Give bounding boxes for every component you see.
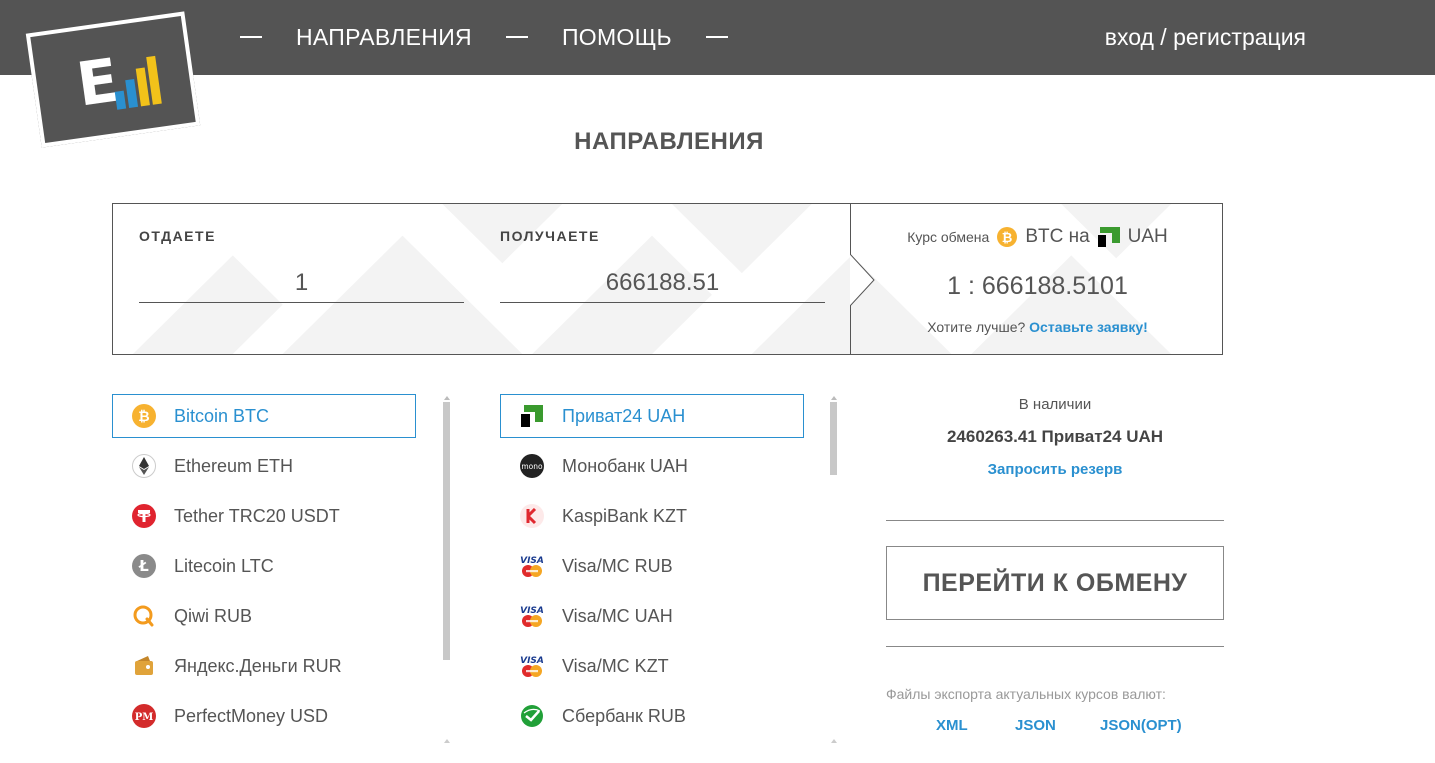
visa-mastercard-icon: VISA — [519, 603, 545, 629]
receive-currency-item[interactable]: KaspiBank KZT — [500, 494, 804, 538]
receive-currency-item-label: Visa/MC KZT — [562, 655, 669, 676]
receive-currency-item-label: Visa/MC RUB — [562, 555, 673, 576]
give-currency-item-label: Ethereum ETH — [174, 455, 294, 476]
reserve-amount: 2460263.41 Приват24 UAH — [946, 427, 1164, 446]
scroll-arrow[interactable] — [444, 739, 450, 743]
better-rate-text: Хотите лучше? — [927, 319, 1026, 335]
request-reserve-link[interactable]: Запросить резерв — [886, 461, 1224, 478]
svg-text:PM: PM — [135, 712, 154, 723]
receive-currency-item[interactable]: Сбербанк RUB — [500, 694, 804, 738]
exchange-logo-icon: E — [73, 46, 162, 121]
receive-amount-input[interactable]: 666188.51 — [500, 266, 825, 303]
receive-currency-item-label: Visa/MC UAH — [562, 605, 673, 626]
reserve-panel: В наличии 2460263.41 Приват24 UAH Запрос… — [886, 396, 1224, 478]
nav-help-link[interactable]: ПОМОЩЬ — [562, 24, 672, 51]
nav-separator — [705, 36, 728, 38]
litecoin-icon: Ł — [131, 553, 157, 579]
give-currency-item[interactable]: Tether TRC20 USDT — [112, 494, 416, 538]
receive-currency-item[interactable]: VISA Visa/MC UAH — [500, 594, 804, 638]
monobank-icon: mono — [519, 453, 545, 479]
receive-currency-item-label: Приват24 UAH — [562, 405, 686, 426]
give-currency-item-label: Qiwi RUB — [174, 605, 253, 626]
receive-currency-item[interactable]: VISA Visa/MC KZT — [500, 644, 804, 688]
give-currency-item[interactable]: PM PerfectMoney USD — [112, 694, 416, 738]
bitcoin-icon: ₿ — [997, 227, 1018, 247]
give-label: ОТДАЕТЕ — [139, 228, 216, 244]
give-amount-input[interactable]: 1 — [139, 266, 464, 303]
sberbank-icon — [519, 703, 545, 729]
main-nav: НАПРАВЛЕНИЯ ПОМОЩЬ — [240, 22, 762, 52]
receive-currency-item-label: KaspiBank KZT — [562, 505, 688, 526]
page-title: НАПРАВЛЕНИЯ — [574, 128, 764, 155]
receive-field: ПОЛУЧАЕТЕ 666188.51 — [500, 228, 825, 303]
export-json-opt-link[interactable]: JSON(OPT) — [1100, 717, 1182, 734]
scroll-arrow[interactable] — [831, 739, 837, 743]
give-currency-item[interactable]: Ł Litecoin LTC — [112, 544, 416, 588]
perfectmoney-icon: PM — [131, 703, 157, 729]
kaspibank-icon — [519, 503, 545, 529]
divider — [886, 520, 1224, 521]
receive-currency-item[interactable]: VISA Visa/MC RUB — [500, 544, 804, 588]
export-files-title: Файлы экспорта актуальных курсов валют: — [886, 686, 1166, 702]
visa-mastercard-icon: VISA — [519, 653, 545, 679]
rate-value: 1 : 666188.5101 — [947, 272, 1128, 300]
svg-text:VISA: VISA — [520, 656, 544, 666]
qiwi-icon — [131, 603, 157, 629]
exchange-calculator: ОТДАЕТЕ 1 ПОЛУЧАЕТЕ 666188.51 Курс обмен… — [112, 203, 1223, 355]
bitcoin-icon: ₿ — [131, 403, 157, 429]
nav-directions-link[interactable]: НАПРАВЛЕНИЯ — [296, 24, 472, 51]
svg-text:₿: ₿ — [138, 409, 149, 425]
give-list-scrollbar[interactable] — [443, 402, 450, 660]
divider — [886, 646, 1224, 647]
give-currency-item-label: PerfectMoney USD — [174, 705, 329, 726]
svg-text:Ł: Ł — [138, 557, 149, 575]
svg-text:VISA: VISA — [520, 556, 544, 566]
ethereum-icon — [131, 453, 157, 479]
go-to-exchange-button[interactable]: ПЕРЕЙТИ К ОБМЕНУ — [886, 546, 1224, 620]
exchange-rate-panel: Курс обмена ₿ BTC на UAH 1 : 666188.5101… — [851, 204, 1222, 354]
rate-prefix: Курс обмена — [907, 229, 990, 245]
receive-list-scrollbar[interactable] — [830, 402, 837, 475]
receive-currency-item-label: Монобанк UAH — [562, 455, 688, 476]
nav-separator — [240, 36, 262, 38]
give-currency-item[interactable]: Яндекс.Деньги RUR — [112, 644, 416, 688]
privat24-icon — [1097, 227, 1120, 247]
give-currency-item[interactable]: Qiwi RUB — [112, 594, 416, 638]
receive-currency-item-label: Сбербанк RUB — [562, 705, 686, 726]
export-xml-link[interactable]: XML — [936, 717, 968, 734]
receive-currency-item[interactable]: mono Монобанк UAH — [500, 444, 804, 488]
give-currency-item-label: Bitcoin BTC — [174, 405, 270, 426]
receive-currency-list: Приват24 UAH mono Монобанк UAH KaspiBank KZ… — [500, 394, 804, 744]
leave-request-link[interactable]: Оставьте заявку! — [1029, 319, 1148, 335]
give-currency-item-label: Litecoin LTC — [174, 555, 274, 576]
rate-from-currency: BTC на — [1025, 226, 1090, 247]
visa-mastercard-icon: VISA — [519, 553, 545, 579]
give-currency-item[interactable]: ₿ Bitcoin BTC — [112, 394, 416, 438]
svg-text:₿: ₿ — [1002, 231, 1013, 246]
nav-separator — [505, 36, 528, 38]
reserve-label: В наличии — [1018, 396, 1092, 413]
yandex-money-icon — [131, 653, 157, 679]
receive-label: ПОЛУЧАЕТЕ — [500, 228, 600, 244]
export-json-link[interactable]: JSON — [1015, 717, 1056, 734]
scroll-up-arrow[interactable] — [444, 396, 450, 400]
privat24-icon — [519, 403, 545, 429]
give-currency-item-label: Яндекс.Деньги RUR — [174, 655, 342, 676]
site-logo[interactable]: E — [25, 11, 201, 148]
rate-to-currency: UAH — [1127, 226, 1168, 247]
tether-icon — [131, 503, 157, 529]
receive-currency-item[interactable]: Приват24 UAH — [500, 394, 804, 438]
export-links: XML JSON JSON(OPT) — [886, 717, 1224, 737]
give-currency-item-label: Tether TRC20 USDT — [174, 505, 340, 526]
login-register-link[interactable]: вход / регистрация — [1105, 24, 1306, 51]
give-currency-list: ₿ Bitcoin BTC Ethereum ETH Tether TRC20 USD… — [112, 394, 416, 744]
scroll-up-arrow[interactable] — [831, 396, 837, 400]
svg-text:VISA: VISA — [520, 606, 544, 616]
svg-text:mono: mono — [521, 462, 543, 471]
give-currency-item[interactable]: Ethereum ETH — [112, 444, 416, 488]
give-field: ОТДАЕТЕ 1 — [139, 228, 464, 303]
